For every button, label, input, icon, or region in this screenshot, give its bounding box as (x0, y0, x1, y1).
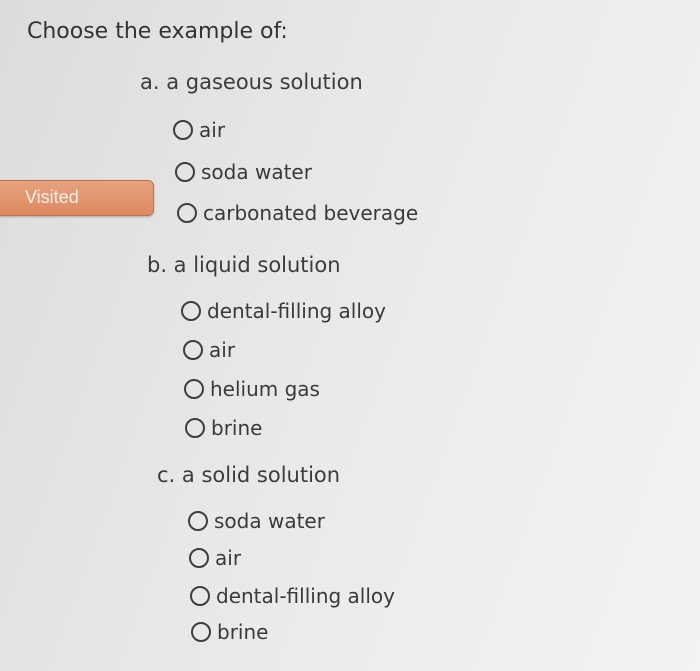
question-b-label: b. a liquid solution (147, 253, 341, 277)
radio-button-icon[interactable] (191, 622, 211, 642)
option-label: air (215, 546, 242, 570)
question-a-label: a. a gaseous solution (140, 70, 363, 94)
radio-button-icon[interactable] (181, 301, 201, 321)
question-a-option-soda-water[interactable]: soda water (175, 160, 312, 184)
question-a-option-carbonated-beverage[interactable]: carbonated beverage (177, 201, 418, 225)
question-b-option-brine[interactable]: brine (185, 416, 262, 440)
question-c-label: c. a solid solution (157, 463, 341, 487)
page-title: Choose the example of: (27, 19, 288, 44)
option-label: air (199, 118, 226, 142)
radio-button-icon[interactable] (185, 418, 205, 438)
option-label: dental-filling alloy (216, 584, 395, 608)
radio-button-icon[interactable] (188, 511, 208, 531)
option-label: soda water (214, 509, 325, 533)
question-b-option-air[interactable]: air (183, 338, 235, 362)
radio-button-icon[interactable] (184, 379, 204, 399)
radio-button-icon[interactable] (173, 120, 193, 140)
option-label: brine (211, 416, 263, 440)
option-label: brine (217, 620, 269, 644)
radio-button-icon[interactable] (183, 340, 203, 360)
radio-button-icon[interactable] (190, 586, 210, 606)
option-label: soda water (201, 160, 312, 184)
question-c-option-brine[interactable]: brine (191, 620, 268, 644)
radio-button-icon[interactable] (175, 162, 195, 182)
option-label: dental-filling alloy (207, 299, 386, 323)
option-label: air (209, 338, 236, 362)
visited-label: Visited (25, 187, 79, 207)
radio-button-icon[interactable] (177, 203, 197, 223)
question-b-option-dental-filling-alloy[interactable]: dental-filling alloy (181, 299, 386, 323)
option-label: carbonated beverage (203, 201, 419, 225)
radio-button-icon[interactable] (189, 548, 209, 568)
option-label: helium gas (210, 377, 320, 401)
visited-badge: Visited (0, 180, 154, 216)
question-b-option-helium-gas[interactable]: helium gas (184, 377, 320, 401)
question-c-option-dental-filling-alloy[interactable]: dental-filling alloy (190, 584, 395, 608)
question-c-option-soda-water[interactable]: soda water (188, 509, 325, 533)
question-c-option-air[interactable]: air (189, 546, 241, 570)
question-a-option-air[interactable]: air (173, 118, 225, 142)
